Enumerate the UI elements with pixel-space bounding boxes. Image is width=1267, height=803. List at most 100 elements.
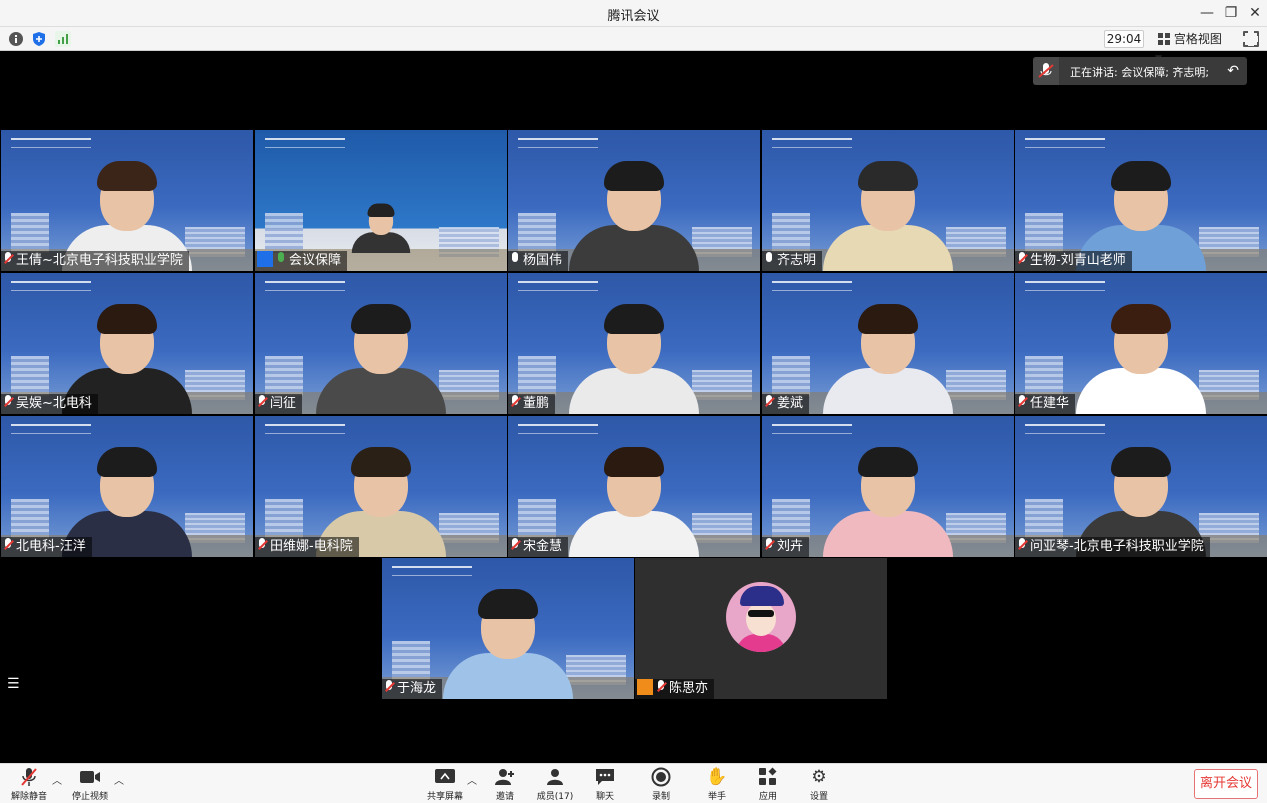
minimize-button[interactable]: —	[1196, 3, 1218, 23]
muted-mic-icon	[764, 395, 774, 409]
participant-name-tag: 刘卉	[762, 537, 810, 557]
meeting-toolbar: 29:04 宫格视图 ▼	[0, 27, 1267, 64]
background-building	[11, 356, 49, 396]
background-building	[1025, 499, 1063, 539]
video-tile[interactable]: 宋金慧	[508, 416, 760, 557]
school-logo	[265, 281, 345, 291]
video-tile[interactable]: 刘卉	[762, 416, 1014, 557]
muted-mic-icon	[764, 538, 774, 552]
video-tile[interactable]: 问亚琴-北京电子科技职业学院	[1015, 416, 1267, 557]
video-tile[interactable]: 北电科-汪洋	[1, 416, 253, 557]
close-button[interactable]: ✕	[1244, 3, 1266, 23]
participant-name: 于海龙	[397, 681, 437, 696]
avatar	[726, 582, 796, 652]
participant-name: 会议保障	[289, 253, 342, 268]
fullscreen-icon[interactable]	[1242, 30, 1259, 47]
participant-name-tag: 任建华	[1015, 394, 1076, 414]
school-logo	[772, 424, 852, 434]
school-logo	[518, 138, 598, 148]
video-tile[interactable]: 董鹏	[508, 273, 760, 414]
muted-mic-icon	[3, 538, 13, 552]
video-tile[interactable]: 姜斌	[762, 273, 1014, 414]
raise-hand-label: 举手	[707, 792, 726, 802]
muted-mic-icon	[1017, 395, 1027, 409]
video-tile[interactable]: 王倩~北京电子科技职业学院	[1, 130, 253, 271]
restore-button[interactable]: ❐	[1220, 3, 1242, 23]
view-mode-dropdown[interactable]: 宫格视图 ▼	[1152, 30, 1234, 64]
school-logo	[392, 566, 472, 576]
unmute-button[interactable]: 解除静音	[3, 767, 55, 802]
leave-meeting-button[interactable]: 离开会议	[1194, 769, 1258, 799]
raise-hand-button[interactable]: ✋ 举手	[691, 767, 743, 802]
school-logo	[518, 281, 598, 291]
participant-name: 北电科-汪洋	[16, 539, 86, 554]
participant-video	[569, 447, 699, 557]
participant-name: 齐志明	[777, 253, 817, 268]
participant-name-tag: 姜斌	[762, 394, 810, 414]
participant-name: 闫征	[270, 396, 297, 411]
muted-mic-icon	[3, 395, 13, 409]
video-tile[interactable]: 任建华	[1015, 273, 1267, 414]
chat-button[interactable]: 聊天	[579, 767, 631, 802]
video-tile[interactable]: 吴娱~北电科	[1, 273, 253, 414]
participant-name: 任建华	[1030, 396, 1070, 411]
background-building	[772, 356, 810, 396]
participant-name-tag: 王倩~北京电子科技职业学院	[1, 251, 189, 271]
participant-list-icon[interactable]: ☰	[7, 676, 27, 696]
security-shield-icon[interactable]	[31, 31, 47, 47]
collapse-arrow-icon[interactable]: ↶	[1227, 63, 1239, 79]
audio-options-chevron-icon[interactable]: ︿	[52, 772, 62, 787]
chat-icon	[579, 767, 631, 787]
background-building	[11, 213, 49, 253]
record-icon	[635, 767, 687, 787]
background-building	[11, 499, 49, 539]
muted-mic-icon	[1017, 252, 1027, 266]
video-tile[interactable]: 闫征	[255, 273, 507, 414]
settings-button[interactable]: ⚙ 设置	[793, 767, 845, 802]
video-tile[interactable]: 齐志明	[762, 130, 1014, 271]
view-mode-label: 宫格视图	[1173, 32, 1222, 46]
muted-microphone-icon	[3, 767, 55, 787]
video-options-chevron-icon[interactable]: ︿	[114, 772, 124, 787]
video-tile[interactable]: 田维娜-电科院	[255, 416, 507, 557]
network-signal-icon[interactable]	[55, 31, 71, 47]
participant-name-tag: 问亚琴-北京电子科技职业学院	[1015, 537, 1210, 557]
apps-button[interactable]: 应用	[742, 767, 794, 802]
background-building	[265, 213, 303, 253]
participant-name: 王倩~北京电子科技职业学院	[16, 253, 183, 268]
record-label: 录制	[651, 792, 670, 802]
participant-video	[1076, 304, 1206, 414]
participant-name: 姜斌	[777, 396, 804, 411]
participant-name-tag: 吴娱~北电科	[1, 394, 98, 414]
school-logo	[772, 138, 852, 148]
school-logo	[518, 424, 598, 434]
participant-name: 宋金慧	[523, 539, 563, 554]
members-button[interactable]: 成员(17)	[528, 767, 582, 802]
video-tile[interactable]: 会议保障	[255, 130, 507, 271]
muted-mic-icon	[1017, 538, 1027, 552]
school-logo	[265, 138, 345, 148]
muted-mic-icon	[510, 538, 520, 552]
participant-name: 问亚琴-北京电子科技职业学院	[1030, 539, 1204, 554]
share-screen-button[interactable]: 共享屏幕	[419, 767, 471, 802]
info-icon[interactable]	[8, 31, 24, 47]
background-building	[265, 499, 303, 539]
members-icon	[528, 767, 582, 787]
video-tile[interactable]: 陈思亦	[635, 558, 887, 699]
video-tile[interactable]: 杨国伟	[508, 130, 760, 271]
participant-name-tag: 会议保障	[255, 251, 348, 271]
participant-name: 杨国伟	[523, 253, 563, 268]
participant-name-tag: 杨国伟	[508, 251, 569, 271]
participant-name-tag: 闫征	[255, 394, 303, 414]
school-logo	[1025, 281, 1105, 291]
invite-button[interactable]: 邀请	[479, 767, 531, 802]
muted-mic-icon	[257, 538, 267, 552]
background-building	[518, 356, 556, 396]
share-options-chevron-icon[interactable]: ︿	[467, 772, 477, 787]
video-tile[interactable]: 生物-刘青山老师	[1015, 130, 1267, 271]
video-tile[interactable]: 于海龙	[382, 558, 634, 699]
stop-video-button[interactable]: 停止视频	[64, 767, 116, 802]
host-badge-icon	[637, 679, 653, 695]
record-button[interactable]: 录制	[635, 767, 687, 802]
background-building	[518, 499, 556, 539]
